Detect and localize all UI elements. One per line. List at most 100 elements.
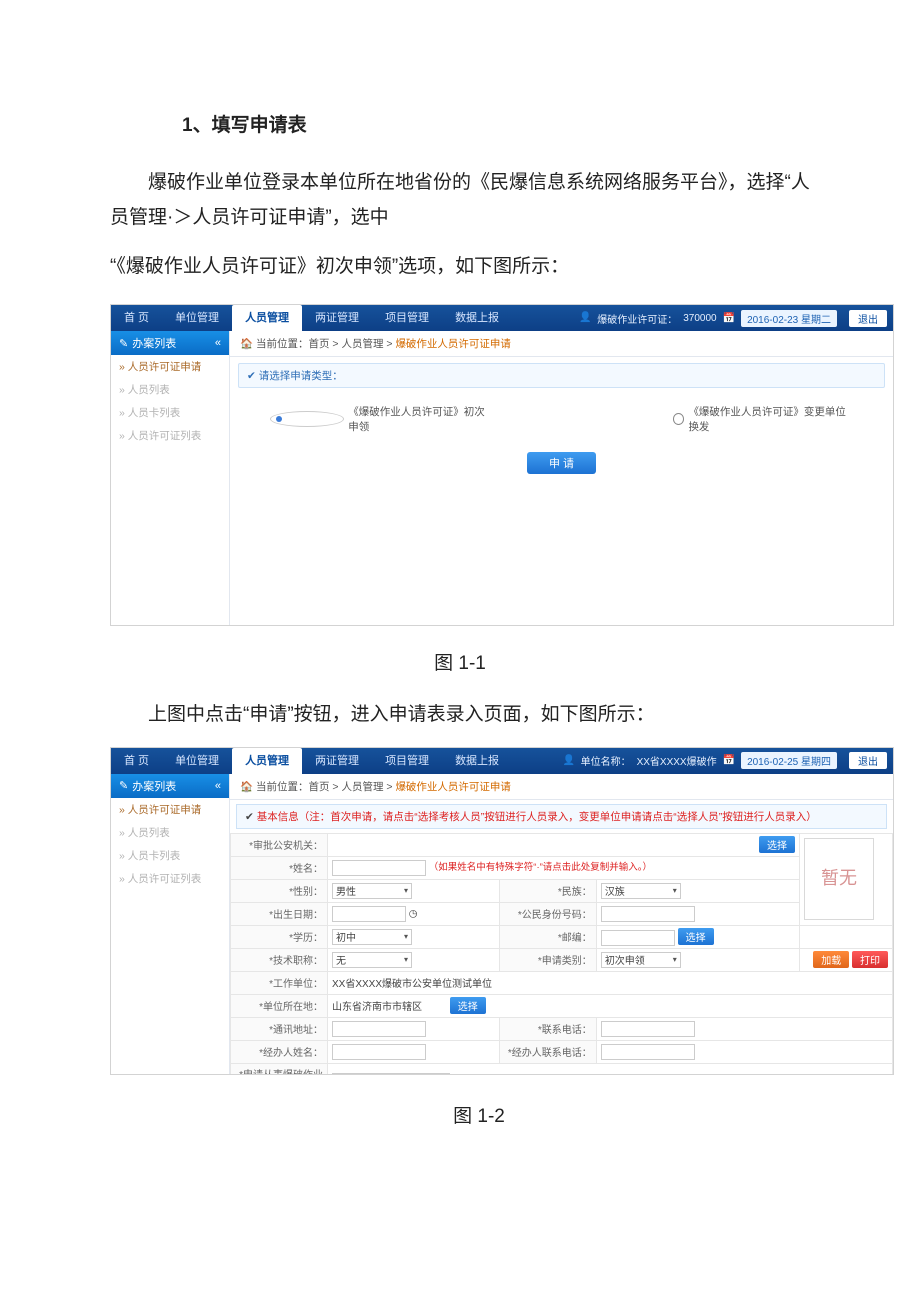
sidebar: ✎ 办案列表 « » 人员许可证申请 » 人员列表 » 人员卡列表 » 人员许可…	[111, 331, 230, 625]
top-navbar-2: 首 页 单位管理 人员管理 两证管理 项目管理 数据上报 👤 单位名称： XX省…	[111, 748, 893, 774]
tab-unit[interactable]: 单位管理	[162, 748, 232, 774]
unitaddr-value: 山东省济南市市辖区	[332, 1002, 422, 1013]
calendar-icon: 📅	[723, 755, 735, 766]
apply-category-select[interactable]: 爆破工程技术人员	[332, 1073, 450, 1074]
date-box: 2016-02-25 星期四	[741, 752, 837, 769]
label-workunit: *工作单位：	[231, 971, 328, 994]
sidebar-item-certlist[interactable]: » 人员许可证列表	[111, 867, 229, 890]
birth-input[interactable]	[332, 906, 406, 922]
title-select[interactable]: 无	[332, 952, 412, 968]
unit-value: XX省XXXX爆破作	[637, 753, 717, 768]
name-tip: （如果姓名中有特殊字符“·”请点击此处复制并输入。）	[429, 862, 652, 873]
form-info-bar: ✔ 基本信息（注：首次申请，请点击“选择考核人员”按钮进行人员录入，变更单位申请…	[236, 804, 887, 829]
apply-type-bar: ✔ 请选择申请类型：	[238, 363, 885, 388]
breadcrumb: 🏠 当前位置：首页 > 人员管理 > 爆破作业人员许可证申请	[230, 331, 893, 357]
user-icon: 👤	[579, 312, 591, 324]
label-apptype: *申请类别：	[499, 948, 596, 971]
label-unitaddr: *单位所在地：	[231, 994, 328, 1017]
label-birth: *出生日期：	[231, 902, 328, 925]
paragraph-between: 上图中点击“申请”按钮，进入申请表录入页面，如下图所示：	[110, 697, 810, 732]
home-icon: 🏠	[240, 338, 256, 350]
permit-value: 370000	[683, 313, 716, 324]
tab-personnel[interactable]: 人员管理	[232, 305, 302, 331]
phone-input[interactable]	[601, 1021, 695, 1037]
label-phone: *联系电话：	[499, 1017, 596, 1040]
paragraph-2: “《爆破作业人员许可证》初次申领”选项，如下图所示：	[110, 249, 810, 284]
addr-input[interactable]	[332, 1021, 426, 1037]
pencil-icon: ✎	[119, 779, 128, 792]
print-button[interactable]: 打印	[852, 951, 888, 968]
workunit-value: XX省XXXX爆破市公安单位测试单位	[328, 971, 893, 994]
sidebar-item-apply[interactable]: » 人员许可证申请	[111, 355, 229, 378]
screenshot-2: 首 页 单位管理 人员管理 两证管理 项目管理 数据上报 👤 单位名称： XX省…	[110, 747, 894, 1075]
tab-project[interactable]: 项目管理	[372, 305, 442, 331]
top-tabs: 首 页 单位管理 人员管理 两证管理 项目管理 数据上报	[111, 305, 512, 331]
application-form: *审批公安机关： 选择 暂无 *姓名： （如果姓名中有特殊字符“·”请点击此处复…	[230, 833, 893, 1074]
sex-select[interactable]: 男性	[332, 883, 412, 899]
tab-home[interactable]: 首 页	[111, 748, 162, 774]
calendar-icon: 📅	[723, 313, 735, 324]
zip-input[interactable]	[601, 930, 675, 946]
figure-caption-2: 图 1-2	[110, 1101, 810, 1128]
breadcrumb: 🏠 当前位置：首页 > 人员管理 > 爆破作业人员许可证申请	[230, 774, 893, 800]
label-agentphone: *经办人联系电话：	[499, 1040, 596, 1063]
tab-project[interactable]: 项目管理	[372, 748, 442, 774]
idno-input[interactable]	[601, 906, 695, 922]
tab-cert[interactable]: 两证管理	[302, 748, 372, 774]
tab-cert[interactable]: 两证管理	[302, 305, 372, 331]
paragraph-1: 爆破作业单位登录本单位所在地省份的《民爆信息系统网络服务平台》，选择“人员管理·…	[110, 165, 810, 235]
name-input[interactable]	[332, 860, 426, 876]
nation-select[interactable]: 汉族	[601, 883, 681, 899]
label-addr: *通讯地址：	[231, 1017, 328, 1040]
sidebar-item-personlist[interactable]: » 人员列表	[111, 378, 229, 401]
label-org: *审批公安机关：	[231, 833, 328, 856]
photo-placeholder: 暂无	[804, 838, 874, 920]
check-icon: ✔	[247, 370, 259, 382]
agentphone-input[interactable]	[601, 1044, 695, 1060]
section-heading: 1、填写申请表	[182, 110, 810, 137]
label-apply-category: *申请从事爆破作业类别：	[231, 1063, 328, 1073]
top-navbar: 首 页 单位管理 人员管理 两证管理 项目管理 数据上报 👤 爆破作业许可证： …	[111, 305, 893, 331]
figure-caption-1: 图 1-1	[110, 648, 810, 675]
label-title: *技术职称：	[231, 948, 328, 971]
label-edu: *学历：	[231, 925, 328, 948]
permit-label: 爆破作业许可证：	[597, 311, 677, 326]
load-button[interactable]: 加载	[813, 951, 849, 968]
home-icon: 🏠	[240, 781, 256, 793]
apptype-select[interactable]: 初次申领	[601, 952, 681, 968]
apply-button[interactable]: 申 请	[527, 452, 596, 474]
radio-icon	[673, 413, 684, 425]
sidebar-item-apply[interactable]: » 人员许可证申请	[111, 798, 229, 821]
tab-upload[interactable]: 数据上报	[442, 748, 512, 774]
sidebar-item-personlist[interactable]: » 人员列表	[111, 821, 229, 844]
user-icon: 👤	[563, 755, 575, 767]
label-name: *姓名：	[231, 856, 328, 879]
sidebar-item-certlist[interactable]: » 人员许可证列表	[111, 424, 229, 447]
logout-button[interactable]: 退出	[849, 752, 887, 769]
select-zip-button[interactable]: 选择	[678, 928, 714, 945]
select-org-button[interactable]: 选择	[759, 836, 795, 853]
sidebar-item-cardlist[interactable]: » 人员卡列表	[111, 401, 229, 424]
edu-select[interactable]: 初中	[332, 929, 412, 945]
date-box: 2016-02-23 星期二	[741, 310, 837, 327]
option-first-apply[interactable]: 《爆破作业人员许可证》初次申领	[270, 404, 493, 434]
logout-button[interactable]: 退出	[849, 310, 887, 327]
label-nation: *民族：	[499, 879, 596, 902]
option-change-unit[interactable]: 《爆破作业人员许可证》变更单位换发	[673, 404, 853, 434]
sidebar-title: ✎ 办案列表 «	[111, 331, 229, 355]
unit-label: 单位名称：	[581, 753, 631, 768]
agent-input[interactable]	[332, 1044, 426, 1060]
tab-upload[interactable]: 数据上报	[442, 305, 512, 331]
calendar-picker-icon[interactable]: ◷	[409, 908, 418, 919]
tab-home[interactable]: 首 页	[111, 305, 162, 331]
pencil-icon: ✎	[119, 337, 128, 350]
screenshot-1: 首 页 单位管理 人员管理 两证管理 项目管理 数据上报 👤 爆破作业许可证： …	[110, 304, 894, 626]
tab-unit[interactable]: 单位管理	[162, 305, 232, 331]
label-idno: *公民身份号码：	[499, 902, 596, 925]
tab-personnel[interactable]: 人员管理	[232, 748, 302, 774]
label-agent: *经办人姓名：	[231, 1040, 328, 1063]
sidebar-item-cardlist[interactable]: » 人员卡列表	[111, 844, 229, 867]
check-icon: ✔	[245, 811, 257, 823]
sidebar: ✎ 办案列表 « » 人员许可证申请 » 人员列表 » 人员卡列表 » 人员许可…	[111, 774, 230, 1074]
select-addr-button[interactable]: 选择	[450, 997, 486, 1014]
